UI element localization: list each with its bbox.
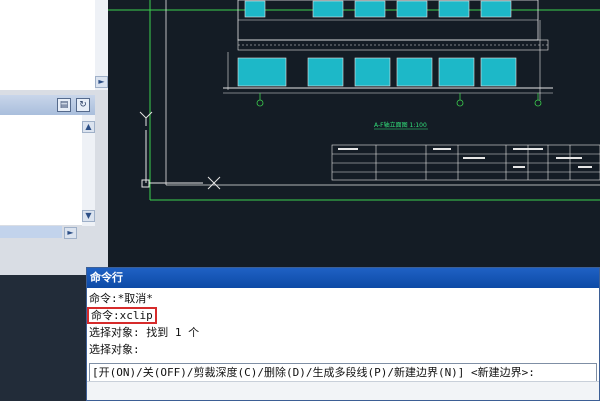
- history-line-highlighted: 命令:xclip: [87, 307, 597, 324]
- lower-windows: [237, 57, 517, 87]
- left-palette: ► ▤ ↻ ▲ ▼ ►: [0, 0, 108, 275]
- upper-windows: [244, 0, 512, 18]
- drawing-caption: A-F轴立面图 1:100: [374, 121, 427, 129]
- drawing-canvas[interactable]: A-F轴立面图 1:100: [108, 0, 600, 275]
- scroll-right-button[interactable]: ►: [95, 76, 108, 88]
- xclip-command-highlight: 命令:xclip: [87, 307, 157, 324]
- palette-header: ▤ ↻: [0, 95, 95, 115]
- history-line: 命令:*取消*: [89, 292, 153, 305]
- list-vertical-scrollbar[interactable]: ▲ ▼: [82, 115, 95, 226]
- scroll-down-button[interactable]: ▼: [82, 210, 95, 222]
- palette-list-icon[interactable]: ▤: [57, 98, 71, 112]
- command-window-title: 命令行: [87, 268, 599, 288]
- empty-panel-area: [0, 275, 88, 401]
- command-line-window[interactable]: 命令行 命令:*取消* 命令:xclip 选择对象: 找到 1 个 选择对象: …: [86, 267, 600, 401]
- history-line: 选择对象: 找到 1 个: [89, 326, 200, 339]
- ucs-icon: [139, 111, 221, 190]
- history-line: 选择对象:: [89, 343, 140, 356]
- command-prompt-input[interactable]: [开(ON)/关(OFF)/剪裁深度(C)/删除(D)/生成多段线(P)/新建边…: [89, 363, 597, 382]
- scroll-right-button-2[interactable]: ►: [64, 227, 77, 239]
- top-pane-scrollbar[interactable]: ►: [95, 0, 108, 90]
- command-window-footer: [87, 381, 599, 400]
- title-block: [331, 144, 600, 181]
- scroll-up-button[interactable]: ▲: [82, 121, 95, 133]
- palette-top-pane: [0, 0, 95, 90]
- elevation-drawing: A-F轴立面图 1:100: [108, 0, 600, 201]
- command-history: 命令:*取消* 命令:xclip 选择对象: 找到 1 个 选择对象:: [87, 290, 597, 358]
- list-horizontal-scrollbar[interactable]: ►: [0, 226, 95, 240]
- palette-list-pane: [0, 115, 82, 225]
- palette-refresh-icon[interactable]: ↻: [76, 98, 90, 112]
